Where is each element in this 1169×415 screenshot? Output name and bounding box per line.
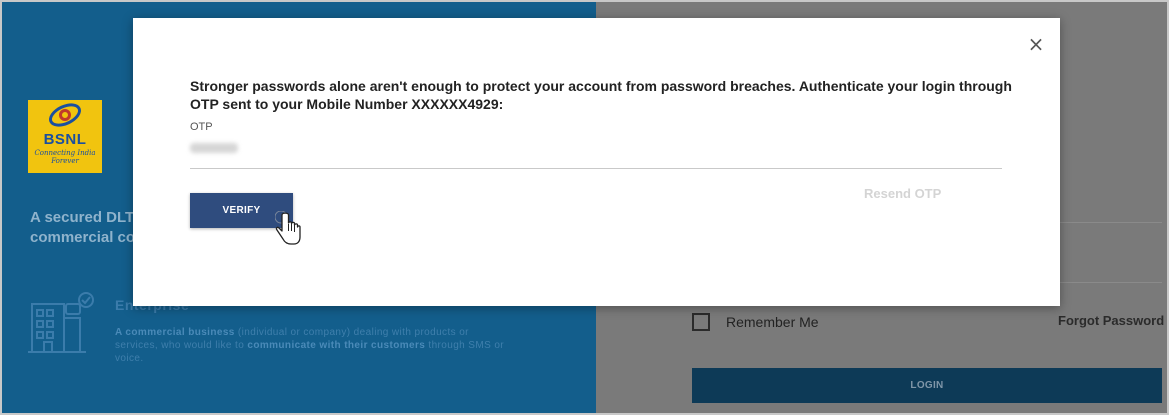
otp-input[interactable]	[190, 138, 1002, 169]
building-chat-icon	[28, 292, 94, 353]
otp-label: OTP	[190, 121, 213, 133]
resend-otp-link[interactable]: Resend OTP	[864, 186, 941, 201]
login-button[interactable]: LOGIN	[692, 368, 1162, 403]
logo-dot-icon	[59, 109, 71, 121]
portal-tagline: A secured DLT commercial co	[30, 208, 150, 248]
enterprise-description: A commercial business (individual or com…	[115, 326, 505, 365]
desc-bold-1: A commercial business	[115, 327, 235, 338]
otp-message: Stronger passwords alone aren't enough t…	[190, 78, 1012, 112]
logo-name: BSNL	[43, 131, 87, 148]
hand-pointer-icon	[275, 211, 301, 245]
logo-tagline: Connecting India Forever	[34, 149, 96, 165]
forgot-password-link[interactable]: Forgot Password	[1058, 313, 1164, 328]
bsnl-logo: BSNL Connecting India Forever	[28, 98, 102, 173]
remember-me-label: Remember Me	[726, 314, 819, 330]
close-icon[interactable]: ×	[1025, 33, 1047, 55]
remember-me-checkbox[interactable]	[692, 313, 710, 331]
otp-masked-value	[190, 143, 238, 153]
otp-modal: × Stronger passwords alone aren't enough…	[133, 18, 1060, 306]
desc-bold-2: communicate with their customers	[247, 340, 426, 351]
tagline-line: A secured DLT commercial co	[30, 209, 136, 246]
